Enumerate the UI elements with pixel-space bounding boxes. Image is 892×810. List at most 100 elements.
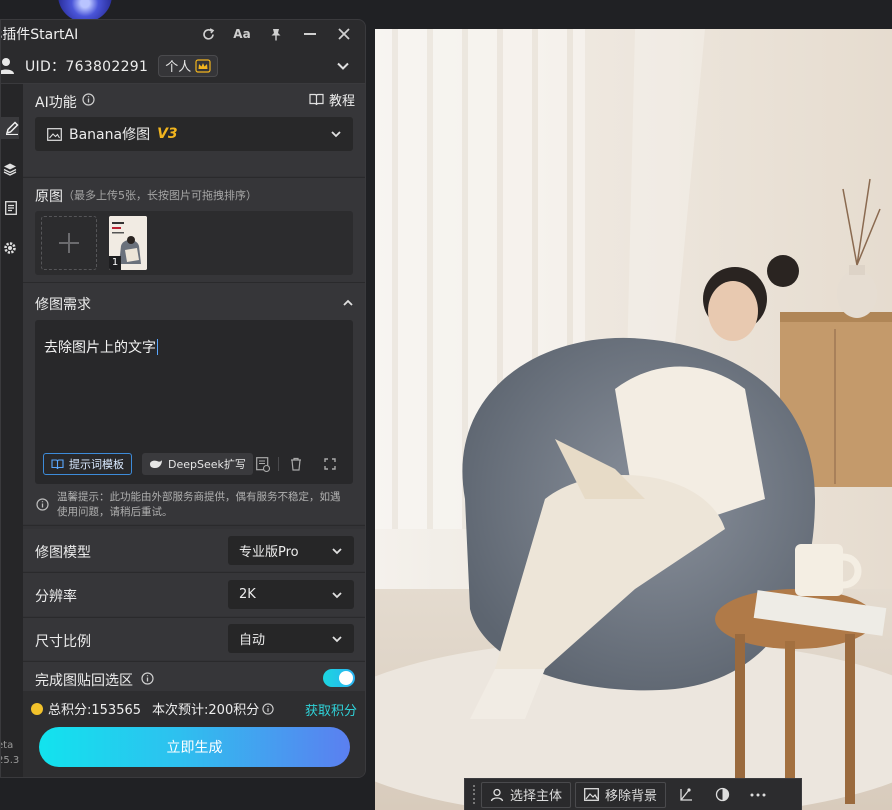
canvas-bottom-toolbar: 选择主体 移除背景: [464, 778, 802, 810]
person-icon: [490, 788, 504, 801]
gear-icon: [4, 242, 16, 254]
resolution-row: 分辨率 2K: [23, 573, 365, 616]
prompt-template-label: 提示词模板: [69, 458, 124, 471]
rail-item-documents[interactable]: [1, 197, 17, 219]
image-upload-area: 1: [35, 211, 353, 275]
image-edit-icon: [47, 127, 62, 141]
model-label: 修图模型: [35, 545, 91, 561]
paste-back-toggle[interactable]: [323, 669, 355, 687]
divider: [23, 525, 365, 526]
chevron-up-icon[interactable]: [341, 296, 355, 310]
request-textarea[interactable]: 去除图片上的文字 提示词模板 DeepSeek扩写: [35, 320, 353, 484]
service-notice: 温馨提示：此功能由外部服务商提供，偶有服务不稳定，如遇使用问题，请稍后重试。: [57, 491, 341, 518]
select-subject-button[interactable]: 选择主体: [481, 781, 572, 808]
left-icon-rail: eta 25.3: [1, 84, 23, 777]
source-image-label: 原图: [35, 189, 63, 205]
aspect-ratio-row: 尺寸比例 自动: [23, 618, 365, 660]
font-size-icon: Aa: [233, 27, 251, 41]
fullscreen-button[interactable]: [320, 454, 340, 474]
generate-label: 立即生成: [166, 740, 223, 756]
plan-label: 个人: [165, 60, 192, 75]
select-subject-label: 选择主体: [510, 789, 563, 804]
chevron-down-icon: [331, 131, 341, 138]
canvas-photo: [375, 29, 892, 810]
rail-item-settings[interactable]: [1, 237, 17, 259]
users-icon: [1, 57, 14, 74]
chevron-down-icon: [332, 592, 342, 599]
panel-titlebar[interactable]: s插件StartAI Aa: [0, 20, 365, 48]
rail-item-edit[interactable]: [1, 117, 19, 139]
generate-button[interactable]: 立即生成: [39, 727, 350, 767]
more-dots-icon: [750, 793, 766, 796]
source-image-section: 原图 （最多上传5张，长按图片可拖拽排序） 1: [23, 178, 365, 282]
divider: [278, 457, 279, 471]
minimize-button[interactable]: [295, 22, 325, 46]
plus-icon: [59, 233, 79, 253]
book-icon: [309, 93, 324, 106]
deepseek-expand-label: DeepSeek扩写: [168, 458, 246, 471]
plan-badge: 个人: [158, 54, 219, 77]
refresh-button[interactable]: [193, 22, 223, 46]
more-button[interactable]: [742, 782, 774, 808]
panel-content: AI功能 教程 Banana修图 V3 原图 （最多上传5张，长按图片可拖拽排序…: [23, 84, 365, 777]
toolbar-drag-handle[interactable]: [471, 784, 477, 806]
startai-plugin-panel: s插件StartAI Aa UID：763802291 个人 ta 5.3 AI…: [0, 19, 366, 778]
resolution-value: 2K: [239, 587, 256, 602]
remove-background-button[interactable]: 移除背景: [575, 781, 667, 808]
version-label-line2: 25.3: [1, 755, 20, 766]
info-icon[interactable]: [262, 702, 274, 715]
model-value: 专业版Pro: [239, 545, 299, 560]
request-label: 修图需求: [35, 297, 91, 313]
close-button[interactable]: [329, 22, 359, 46]
clear-button[interactable]: [286, 454, 306, 474]
get-points-link[interactable]: 获取积分: [305, 700, 357, 719]
model-row: 修图模型 专业版Pro: [23, 529, 365, 571]
resolution-label: 分辨率: [35, 589, 77, 605]
source-image-thumbnail[interactable]: 1: [109, 216, 147, 270]
ai-function-section: AI功能 教程 Banana修图 V3: [23, 84, 365, 176]
points-info: 总积分:153565 本次预计:200积分: [31, 699, 274, 718]
minimize-icon: [304, 33, 316, 35]
paste-back-label: 完成图贴回选区: [35, 673, 133, 689]
contrast-button[interactable]: [706, 782, 738, 808]
document-icon: [5, 201, 17, 215]
tutorial-link[interactable]: 教程: [309, 90, 355, 109]
model-select[interactable]: 专业版Pro: [228, 536, 354, 565]
prompt-template-button[interactable]: 提示词模板: [43, 453, 132, 475]
ai-function-value: Banana修图: [69, 127, 151, 143]
aspect-ratio-select[interactable]: 自动: [228, 624, 354, 653]
font-size-button[interactable]: Aa: [227, 22, 257, 46]
info-icon[interactable]: [82, 93, 95, 106]
account-expand-chevron-icon[interactable]: [333, 56, 353, 76]
aspect-ratio-label: 尺寸比例: [35, 634, 91, 650]
user-id: UID：763802291: [25, 58, 149, 75]
rail-item-layers[interactable]: [1, 158, 17, 180]
info-icon[interactable]: [141, 672, 154, 685]
remove-background-label: 移除背景: [605, 789, 658, 804]
deepseek-expand-button[interactable]: DeepSeek扩写: [142, 453, 253, 475]
expand-icon: [324, 458, 336, 470]
ai-function-label: AI功能: [35, 95, 77, 111]
coin-icon: [31, 702, 43, 715]
tutorial-label: 教程: [328, 94, 355, 109]
crop-transform-icon: [679, 788, 692, 801]
aspect-ratio-value: 自动: [239, 633, 266, 648]
transform-button[interactable]: [670, 782, 702, 808]
chevron-down-icon: [332, 636, 342, 643]
pin-button[interactable]: [261, 22, 291, 46]
account-bar[interactable]: UID：763802291 个人: [1, 48, 365, 84]
total-points: 总积分:153565: [48, 703, 142, 718]
resolution-select[interactable]: 2K: [228, 580, 354, 609]
add-image-button[interactable]: [41, 216, 97, 270]
history-button[interactable]: [253, 454, 273, 474]
version-badge: V3: [157, 126, 178, 142]
document-canvas[interactable]: [375, 29, 892, 810]
pencil-icon: [5, 121, 19, 135]
source-image-hint: （最多上传5张，长按图片可拖拽排序）: [63, 189, 257, 202]
trash-icon: [291, 457, 301, 471]
info-icon: [36, 498, 49, 511]
contrast-icon: [715, 787, 729, 802]
panel-title: s插件StartAI: [0, 27, 79, 43]
ai-function-select[interactable]: Banana修图 V3: [35, 117, 353, 151]
chevron-down-icon: [332, 548, 342, 555]
